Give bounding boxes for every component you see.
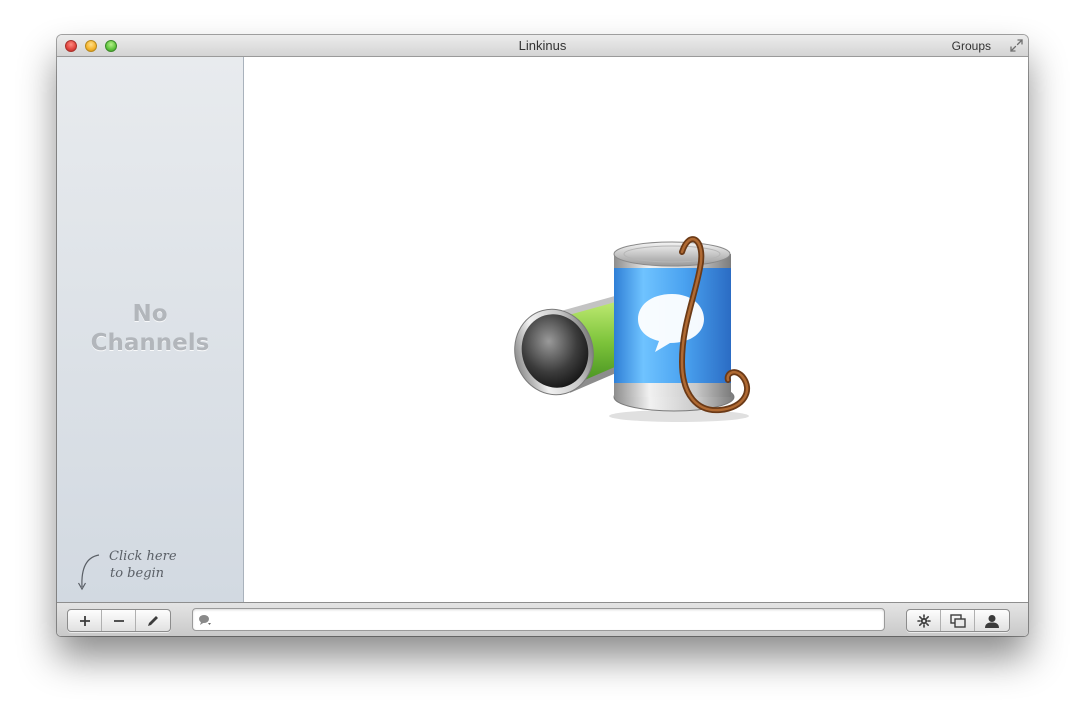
gear-icon — [916, 613, 931, 628]
channel-sidebar[interactable]: No Channels Click here to begin — [57, 57, 244, 602]
add-icon — [79, 615, 90, 626]
add-channel-button[interactable] — [68, 610, 102, 631]
app-window: Linkinus Groups No Channels Click here t… — [57, 35, 1028, 636]
window-title: Linkinus — [518, 38, 567, 53]
user-icon — [985, 614, 999, 628]
message-input[interactable] — [215, 610, 879, 631]
main-content — [244, 57, 1028, 602]
preferences-button[interactable] — [907, 610, 941, 631]
windows-button[interactable] — [941, 610, 975, 631]
remove-icon — [113, 619, 124, 622]
click-here-hint: Click here to begin — [109, 548, 177, 582]
curved-arrow-icon — [77, 554, 100, 591]
fullscreen-icon[interactable] — [1009, 38, 1024, 53]
window-actions-group — [906, 609, 1010, 632]
channel-actions-group — [67, 609, 171, 632]
chat-bubble-icon[interactable] — [198, 614, 212, 626]
hint-line-1: Click here — [109, 549, 177, 564]
edit-channel-button[interactable] — [136, 610, 170, 631]
empty-state-label: No Channels — [57, 300, 243, 358]
bottom-toolbar — [57, 602, 1028, 636]
hint-line-2: to begin — [110, 566, 165, 581]
groups-button[interactable]: Groups — [952, 39, 991, 53]
user-list-button[interactable] — [975, 610, 1009, 631]
remove-channel-button[interactable] — [102, 610, 136, 631]
windows-icon — [949, 613, 966, 628]
empty-state-line-1: No — [132, 301, 168, 327]
title-bar[interactable]: Linkinus Groups — [57, 35, 1028, 57]
pencil-icon — [148, 615, 158, 626]
empty-state-line-2: Channels — [90, 330, 210, 356]
message-input-field[interactable] — [192, 608, 885, 631]
linkinus-logo-icon — [514, 236, 750, 422]
